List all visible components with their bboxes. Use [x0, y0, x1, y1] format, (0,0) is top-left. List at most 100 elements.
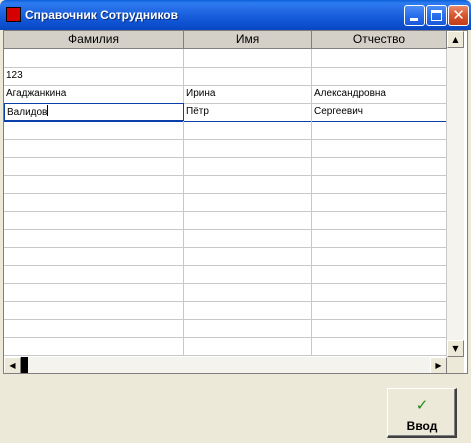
cell-patronymic[interactable]: [312, 193, 447, 211]
table-row[interactable]: [4, 211, 447, 230]
column-header-first-name[interactable]: Имя: [184, 31, 312, 49]
cell-patronymic[interactable]: [312, 337, 447, 355]
table-row[interactable]: [4, 49, 447, 68]
table-row[interactable]: [4, 229, 447, 248]
check-icon: ✓: [415, 396, 429, 414]
table-row[interactable]: [4, 283, 447, 302]
cell-patronymic[interactable]: [312, 121, 447, 139]
cell-first-name[interactable]: [184, 283, 312, 301]
cell-last-name[interactable]: Валидов: [4, 103, 184, 121]
cell-first-name[interactable]: [184, 265, 312, 283]
scrollbar-corner: [447, 357, 464, 373]
cell-patronymic[interactable]: [312, 319, 447, 337]
table-row[interactable]: [4, 157, 447, 176]
cell-patronymic[interactable]: Александровна: [312, 85, 447, 103]
cell-last-name[interactable]: [4, 139, 184, 157]
cell-patronymic[interactable]: [312, 67, 447, 85]
cell-patronymic[interactable]: [312, 265, 447, 283]
cell-patronymic[interactable]: [312, 283, 447, 301]
cell-patronymic[interactable]: [312, 175, 447, 193]
cell-patronymic[interactable]: [312, 49, 447, 67]
enter-button[interactable]: ✓ Ввод: [387, 388, 457, 438]
cell-last-name[interactable]: Агаджанкина: [4, 85, 184, 103]
horizontal-scroll-thumb[interactable]: [21, 357, 28, 373]
minimize-button[interactable]: [404, 5, 425, 26]
window-title: Справочник Сотрудников: [25, 8, 179, 22]
employee-grid[interactable]: Фамилия Имя Отчество 123 Агаджанкина Ирина…: [3, 30, 468, 374]
scroll-down-button[interactable]: ▼: [447, 340, 464, 357]
cell-last-name[interactable]: 123: [4, 67, 184, 85]
cell-first-name[interactable]: [184, 121, 312, 139]
cell-last-name[interactable]: [4, 265, 184, 283]
table-row[interactable]: [4, 175, 447, 194]
table-row[interactable]: Валидов Пётр Сергеевич: [4, 103, 447, 122]
table-row[interactable]: 123: [4, 67, 447, 86]
cell-patronymic[interactable]: [312, 157, 447, 175]
scroll-up-button[interactable]: ▲: [447, 31, 464, 48]
cell-last-name[interactable]: [4, 283, 184, 301]
cell-first-name[interactable]: [184, 337, 312, 355]
cell-first-name[interactable]: Ирина: [184, 85, 312, 103]
grid-header: Фамилия Имя Отчество: [4, 31, 447, 49]
cell-last-name[interactable]: [4, 121, 184, 139]
cell-patronymic[interactable]: Сергеевич: [312, 103, 447, 121]
cell-text: 123: [6, 70, 23, 81]
text-caret: [47, 105, 49, 116]
cell-first-name[interactable]: [184, 319, 312, 337]
arrow-up-icon: ▲: [452, 35, 459, 44]
cell-first-name[interactable]: [184, 67, 312, 85]
arrow-left-icon: ◀: [9, 361, 16, 370]
cell-last-name[interactable]: [4, 49, 184, 67]
maximize-button[interactable]: [426, 5, 447, 26]
cell-text: Агаджанкина: [6, 88, 67, 99]
cell-patronymic[interactable]: [312, 247, 447, 265]
cell-last-name[interactable]: [4, 175, 184, 193]
cell-first-name[interactable]: Пётр: [184, 103, 312, 121]
vertical-scrollbar[interactable]: ▲ ▼: [447, 31, 464, 357]
cell-first-name[interactable]: [184, 229, 312, 247]
cell-patronymic[interactable]: [312, 301, 447, 319]
cell-first-name[interactable]: [184, 175, 312, 193]
table-row[interactable]: [4, 139, 447, 158]
arrow-right-icon: ▶: [435, 361, 442, 370]
cell-text: Ирина: [186, 88, 216, 99]
cell-last-name[interactable]: [4, 247, 184, 265]
horizontal-scrollbar[interactable]: ◀ ▶: [4, 357, 447, 373]
column-header-last-name[interactable]: Фамилия: [4, 31, 184, 49]
app-icon[interactable]: [6, 7, 21, 22]
minimize-icon: [410, 18, 418, 21]
cell-first-name[interactable]: [184, 157, 312, 175]
scroll-right-button[interactable]: ▶: [430, 357, 447, 373]
table-row[interactable]: [4, 247, 447, 266]
column-header-patronymic[interactable]: Отчество: [312, 31, 447, 49]
scroll-left-button[interactable]: ◀: [4, 357, 21, 373]
table-row[interactable]: [4, 121, 447, 140]
cell-last-name[interactable]: [4, 337, 184, 355]
table-row[interactable]: [4, 193, 447, 212]
cell-last-name[interactable]: [4, 301, 184, 319]
table-row[interactable]: [4, 337, 447, 356]
cell-text: Валидов: [7, 107, 48, 118]
cell-last-name[interactable]: [4, 193, 184, 211]
cell-last-name[interactable]: [4, 229, 184, 247]
title-bar[interactable]: Справочник Сотрудников ✕: [0, 0, 471, 30]
cell-last-name[interactable]: [4, 157, 184, 175]
cell-first-name[interactable]: [184, 49, 312, 67]
table-row[interactable]: [4, 301, 447, 320]
cell-patronymic[interactable]: [312, 229, 447, 247]
cell-patronymic[interactable]: [312, 139, 447, 157]
cell-patronymic[interactable]: [312, 211, 447, 229]
table-row[interactable]: [4, 265, 447, 284]
cell-first-name[interactable]: [184, 301, 312, 319]
cell-first-name[interactable]: [184, 193, 312, 211]
cell-text: Сергеевич: [314, 106, 364, 117]
table-row[interactable]: Агаджанкина Ирина Александровна: [4, 85, 447, 104]
table-row[interactable]: [4, 319, 447, 338]
close-button[interactable]: ✕: [448, 5, 469, 26]
cell-last-name[interactable]: [4, 211, 184, 229]
cell-text: Александровна: [314, 88, 386, 99]
cell-last-name[interactable]: [4, 319, 184, 337]
cell-first-name[interactable]: [184, 247, 312, 265]
cell-first-name[interactable]: [184, 139, 312, 157]
cell-first-name[interactable]: [184, 211, 312, 229]
